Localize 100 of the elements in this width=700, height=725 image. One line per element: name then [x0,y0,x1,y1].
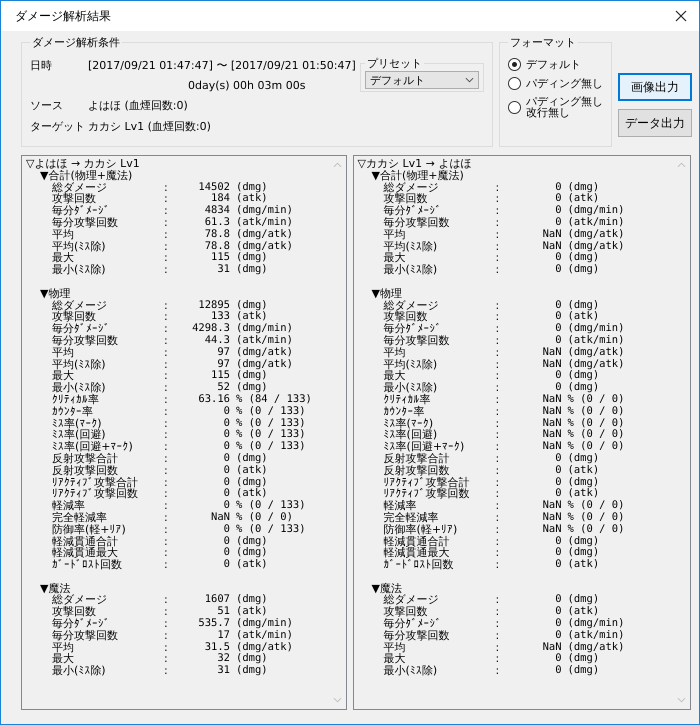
separator-colon: : [496,476,500,488]
stat-unit: (atk/min) [236,216,293,229]
stat-unit: (dmg) [236,300,268,311]
stat-value: 0 [224,476,230,488]
field-label: 日時 [30,58,53,73]
stat-unit: (dmg) [236,653,268,665]
separator-colon: : [164,264,168,276]
stat-unit: (dmg) [568,536,600,546]
separator-colon: : [164,441,168,453]
separator-colon: : [496,653,500,666]
separator-colon: : [496,358,500,370]
stat-value: 61.3 [204,216,230,229]
separator-colon: : [164,216,168,229]
radio-label[interactable]: 改行無し [526,107,603,118]
stat-value: 0 [555,653,562,665]
stat-label: 反射攻撃合計 [52,452,118,465]
stat-unit: (dmg) [236,264,268,276]
radio-label[interactable]: パディング無し [526,78,603,89]
radio-label[interactable]: パディング無し [526,96,603,107]
separator-colon: : [496,323,500,335]
separator-colon: : [496,240,500,252]
close-icon[interactable] [675,10,687,22]
stat-unit: (atk) [236,559,268,571]
separator-colon: : [496,500,500,512]
stat-label: 最大 [52,653,74,666]
stat-label: 平均 [384,346,406,359]
section-heading[interactable]: ▼合計(物理+魔法) [358,170,669,182]
stat-value: 31.5 [204,642,230,653]
scroll-down-icon[interactable] [677,697,686,703]
stat-label: 攻撃回数 [52,311,96,324]
stat-label: 攻撃回数 [384,193,428,206]
separator-colon: : [164,559,168,571]
stat-label: 平均 [52,346,74,359]
stat-unit: (atk) [236,464,268,477]
stat-unit: (dmg/min) [568,205,624,217]
section-heading[interactable]: ▼物理 [26,288,325,300]
stat-label: 毎分攻撃回数 [52,630,118,642]
stat-label: 最小(ﾐｽ除) [384,665,438,678]
radio-button[interactable] [508,77,521,90]
separator-colon: : [164,536,168,548]
separator-colon: : [496,488,500,500]
separator-colon: : [496,630,500,642]
separator-colon: : [164,653,168,666]
stat-label: ﾘｱｸﾃｨﾌﾞ攻撃回数 [384,488,470,500]
stat-label: ﾐｽ率(回避) [384,429,438,442]
section-heading[interactable]: ▼物理 [358,288,669,300]
stat-value: 0 [555,665,562,678]
stat-value: NaN [542,240,562,252]
stat-unit: (dmg/atk) [236,240,293,252]
separator-colon: : [164,665,168,678]
stat-unit: (atk) [568,311,600,323]
stat-value: 0 [555,559,562,571]
separator-colon: : [496,559,500,571]
separator-colon: : [164,193,168,206]
separator-colon: : [164,382,168,394]
stat-value: 0 [555,334,562,347]
radio-label[interactable]: デフォルト [526,59,581,70]
separator-colon: : [496,429,500,442]
separator-colon: : [164,358,168,370]
stat-label: 攻撃回数 [384,606,428,618]
source-value: よはほ (血煙回数:0) [88,98,189,113]
section-heading[interactable]: ▼合計(物理+魔法) [26,170,325,182]
output-button[interactable]: 画像出力 [618,73,692,101]
stat-unit: (atk) [568,606,600,618]
stat-label: 平均 [384,642,406,654]
stat-label: 平均 [52,228,74,241]
stat-value: 31 [217,665,230,678]
stat-value: 78.8 [204,228,230,241]
section-heading[interactable]: ▼魔法 [26,582,325,594]
stat-value: 0 [224,559,230,571]
stat-value: 0 [555,452,562,465]
radio-button[interactable] [508,58,521,71]
radio-button[interactable] [508,100,521,114]
stat-label: ｸﾘﾃｨｶﾙ率 [384,394,431,406]
separator-colon: : [164,346,168,359]
separator-colon: : [496,524,500,536]
stat-label: 毎分攻撃回数 [384,216,450,229]
scroll-down-icon[interactable] [332,697,342,703]
separator-colon: : [164,394,168,406]
separator-colon: : [496,216,500,229]
separator-colon: : [496,300,500,312]
stat-value: 0 [555,476,562,488]
preset-dropdown[interactable]: デフォルト [365,71,479,89]
separator-colon: : [164,476,168,488]
scroll-up-icon[interactable] [332,162,342,168]
dropdown-caret-icon[interactable] [465,77,474,83]
output-button[interactable]: データ出力 [618,109,692,137]
stat-unit: % (0 / 0) [568,441,624,453]
scroll-up-icon[interactable] [677,162,686,168]
separator-colon: : [164,182,168,194]
stat-label: 軽減率 [384,500,417,512]
stat-value: 14502 [198,182,230,193]
stat-label: 完全軽減率 [52,512,107,524]
stat-value: 0 [224,429,230,441]
separator-colon: : [164,334,168,347]
separator-colon: : [496,264,500,276]
stat-unit: (dmg) [236,665,268,678]
stat-value: 0 [555,547,562,559]
section-heading[interactable]: ▼魔法 [358,582,669,594]
separator-colon: : [496,346,500,359]
